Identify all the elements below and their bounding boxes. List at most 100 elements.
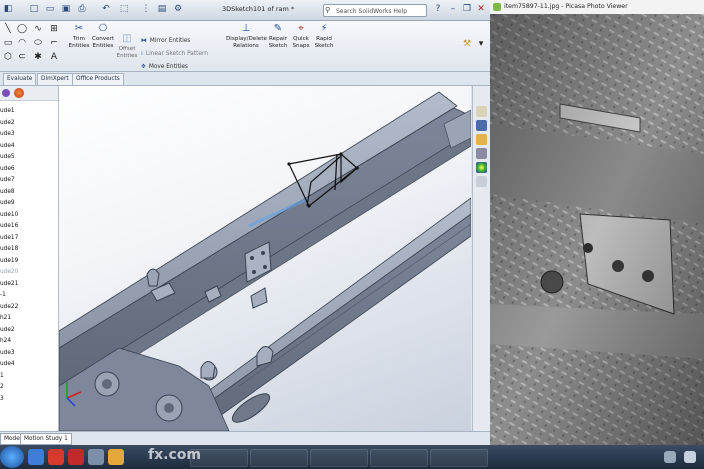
tray-icon[interactable] — [664, 451, 676, 463]
task-pane — [472, 86, 490, 431]
tree-item[interactable]: 2 — [0, 384, 4, 390]
move-entities-button[interactable]: ✥ Move Entities — [141, 64, 188, 70]
tab-evaluate[interactable]: Evaluate — [3, 73, 37, 85]
tree-item[interactable]: ude4 — [0, 361, 15, 367]
upper-rail-top — [59, 91, 458, 349]
tree-item[interactable]: ude22 — [0, 304, 18, 310]
rapid-sketch-button[interactable]: ⚡ Rapid Sketch — [313, 23, 335, 49]
mirror-entities-button[interactable]: ⧓ Mirror Entities — [141, 38, 190, 44]
tree-item[interactable]: ude20 — [0, 269, 18, 275]
help-icon[interactable]: ? — [432, 3, 444, 15]
open-folder-icon[interactable]: ▭ — [44, 3, 56, 15]
tree-item[interactable]: h21 — [0, 315, 11, 321]
appearance-icon[interactable] — [14, 88, 24, 98]
fillet-icon[interactable]: ⌐ — [49, 38, 59, 48]
rectangle-icon[interactable]: ▭ — [3, 38, 13, 48]
arc-icon[interactable]: ◠ — [17, 38, 27, 48]
quick-snaps-button[interactable]: ⌖ Quick Snaps — [290, 23, 312, 49]
tree-item[interactable]: ude21 — [0, 281, 18, 287]
new-document-icon[interactable]: □ — [28, 3, 40, 15]
slot-icon[interactable]: ⊂ — [17, 52, 27, 62]
tree-item[interactable]: ude18 — [0, 246, 18, 252]
tree-item[interactable]: ude9 — [0, 200, 15, 206]
undo-icon[interactable]: ↶ — [100, 3, 112, 15]
select-icon[interactable]: ⬚ — [118, 3, 130, 15]
resources-icon[interactable] — [476, 106, 487, 117]
restore-icon[interactable]: ❐ — [461, 3, 473, 15]
linear-pattern-button[interactable]: ⁞ Linear Sketch Pattern — [141, 51, 208, 57]
save-icon[interactable]: ▣ — [60, 3, 72, 15]
taskbar-window-5[interactable] — [430, 449, 488, 467]
options-icon[interactable]: ⚙ — [172, 3, 184, 15]
tab-mount-4 — [250, 287, 268, 309]
point-icon[interactable]: ✱ — [33, 52, 43, 62]
minimize-icon[interactable]: – — [447, 3, 459, 15]
document-title: 3DSketch101 of ram * — [222, 5, 295, 13]
sketch-point-4 — [307, 204, 311, 208]
tab-office-products[interactable]: Office Products — [72, 73, 124, 85]
tree-item[interactable]: h24 — [0, 338, 11, 344]
tree-item[interactable]: ude10 — [0, 212, 18, 218]
explorer-taskbar-icon[interactable] — [88, 449, 104, 465]
expand-ribbon-icon[interactable]: ▾ — [476, 39, 486, 49]
help-search-input[interactable]: Search SolidWorks Help — [323, 4, 427, 17]
graphics-viewport[interactable] — [59, 86, 471, 431]
move-icon: ✥ — [141, 64, 146, 70]
repair-sketch-button[interactable]: ✎ Repair Sketch — [266, 23, 290, 49]
search-icon[interactable]: ⚲ — [325, 6, 330, 14]
appearances-icon[interactable] — [476, 162, 487, 173]
close-icon[interactable]: ✕ — [475, 3, 487, 15]
tree-item[interactable]: ude1 — [0, 108, 15, 114]
polygon-icon[interactable]: ⬡ — [3, 52, 13, 62]
tree-item[interactable]: ude6 — [0, 166, 15, 172]
media-player-icon[interactable] — [48, 449, 64, 465]
print-icon[interactable]: ⎙ — [76, 3, 88, 15]
design-library-icon[interactable] — [476, 120, 487, 131]
ellipse-icon[interactable]: ⬭ — [33, 38, 43, 48]
circle-icon[interactable]: ◯ — [17, 24, 27, 34]
display-manager-icon[interactable] — [2, 89, 10, 97]
tree-item[interactable]: 1 — [0, 373, 4, 379]
show-desktop-icon[interactable] — [28, 449, 44, 465]
tree-item[interactable]: ude2 — [0, 120, 15, 126]
tree-item[interactable]: ude8 — [0, 189, 15, 195]
picasa-taskbar-icon[interactable] — [108, 449, 124, 465]
traffic-light-icon[interactable]: ⋮ — [140, 3, 152, 15]
volume-icon[interactable] — [684, 451, 696, 463]
line-icon[interactable]: ╲ — [3, 24, 13, 34]
view-palette-icon[interactable] — [476, 148, 487, 159]
taskbar-window-2[interactable] — [250, 449, 308, 467]
file-properties-icon[interactable]: ▤ — [156, 3, 168, 15]
solidworks-logo-icon[interactable]: ◧ — [2, 3, 14, 15]
tab-dimxpert[interactable]: DimXpert — [37, 73, 73, 85]
tree-item[interactable]: ude4 — [0, 143, 15, 149]
tree-item[interactable]: 3 — [0, 396, 4, 402]
taskbar-window-3[interactable] — [310, 449, 368, 467]
spline-icon[interactable]: ∿ — [33, 24, 43, 34]
relations-icon: ⊥ — [241, 23, 251, 34]
taskbar-window-4[interactable] — [370, 449, 428, 467]
text-icon[interactable]: A — [49, 52, 59, 62]
trim-entities-button[interactable]: ✂ Trim Entities — [66, 23, 92, 49]
custom-properties-icon[interactable] — [476, 176, 487, 187]
tab-motion-study[interactable]: Motion Study 1 — [20, 433, 72, 445]
file-explorer-icon[interactable] — [476, 134, 487, 145]
convert-entities-button[interactable]: ⎔ Convert Entities — [91, 23, 115, 49]
solidworks-title-bar: ◧ □ ▭ ▣ ⎙ ↶ ⬚ ⋮ ▤ ⚙ 3DSketch101 of ram *… — [0, 0, 490, 21]
offset-entities-button[interactable]: ◫ Offset Entities — [116, 33, 138, 59]
customize-icon[interactable]: ⚒ — [462, 39, 472, 49]
tree-item[interactable]: ude5 — [0, 154, 15, 160]
tree-item[interactable]: ude7 — [0, 177, 15, 183]
tree-item[interactable]: -1 — [0, 292, 6, 298]
tree-item[interactable]: ude16 — [0, 223, 18, 229]
tree-item[interactable]: ude3 — [0, 131, 15, 137]
sketch-ribbon: ╲ ◯ ∿ ⊞ ▭ ◠ ⬭ ⌐ ⬡ ⊂ ✱ A ✂ Trim Entities … — [0, 21, 490, 72]
dimension-icon[interactable]: ⊞ — [49, 24, 59, 34]
display-delete-relations-button[interactable]: ⊥ Display/Delete Relations — [226, 23, 267, 49]
tree-item[interactable]: ude19 — [0, 258, 18, 264]
tree-item[interactable]: ude17 — [0, 235, 18, 241]
start-button[interactable] — [0, 446, 24, 468]
tree-item[interactable]: ude2 — [0, 327, 15, 333]
solidworks-taskbar-icon[interactable] — [68, 449, 84, 465]
tree-item[interactable]: ude3 — [0, 350, 15, 356]
